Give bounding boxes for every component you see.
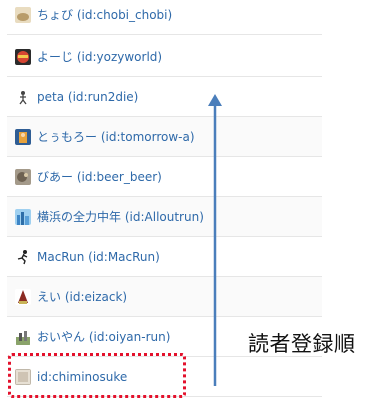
beer-avatar-icon xyxy=(15,168,31,185)
chobi-avatar-icon xyxy=(15,6,31,23)
reader-label: MacRun (id:MacRun) xyxy=(37,249,160,264)
reader-label: id:chiminosuke xyxy=(37,369,128,384)
reader-label: とぅもろー (id:tomorrow-a) xyxy=(37,130,195,144)
reader-label: びあー (id:beer_beer) xyxy=(37,170,162,184)
reader-label: peta (id:run2die) xyxy=(37,89,139,104)
chiminosuke-avatar-icon xyxy=(15,368,31,385)
reader-label: おいやん (id:oiyan-run) xyxy=(37,330,171,344)
alloutrun-avatar-icon xyxy=(15,208,31,225)
peta-avatar-icon xyxy=(15,88,31,105)
oiyan-avatar-icon xyxy=(15,328,31,345)
eizack-avatar-icon xyxy=(15,288,31,305)
reader-row[interactable]: えい (id:eizack) xyxy=(7,277,322,317)
reader-row[interactable]: よーじ (id:yozyworld) xyxy=(7,37,322,77)
order-label: 読者登録順 xyxy=(248,332,356,356)
reader-label: ちょび (id:chobi_chobi) xyxy=(37,8,173,22)
reader-label: えい (id:eizack) xyxy=(37,290,128,304)
tomorrow-avatar-icon xyxy=(15,128,31,145)
yozy-avatar-icon xyxy=(15,48,31,65)
reader-row[interactable]: ちょび (id:chobi_chobi) xyxy=(7,0,322,35)
reader-row[interactable]: 横浜の全力中年 (id:Alloutrun) xyxy=(7,197,322,237)
reader-row[interactable]: id:chiminosuke xyxy=(7,357,322,397)
reader-label: よーじ (id:yozyworld) xyxy=(37,50,163,64)
macrun-avatar-icon xyxy=(15,248,31,265)
up-arrow-icon xyxy=(208,94,222,386)
reader-row[interactable]: びあー (id:beer_beer) xyxy=(7,157,322,197)
reader-row[interactable]: とぅもろー (id:tomorrow-a) xyxy=(7,117,322,157)
reader-row[interactable]: MacRun (id:MacRun) xyxy=(7,237,322,277)
reader-label: 横浜の全力中年 (id:Alloutrun) xyxy=(37,210,204,224)
reader-row[interactable]: peta (id:run2die) xyxy=(7,77,322,117)
